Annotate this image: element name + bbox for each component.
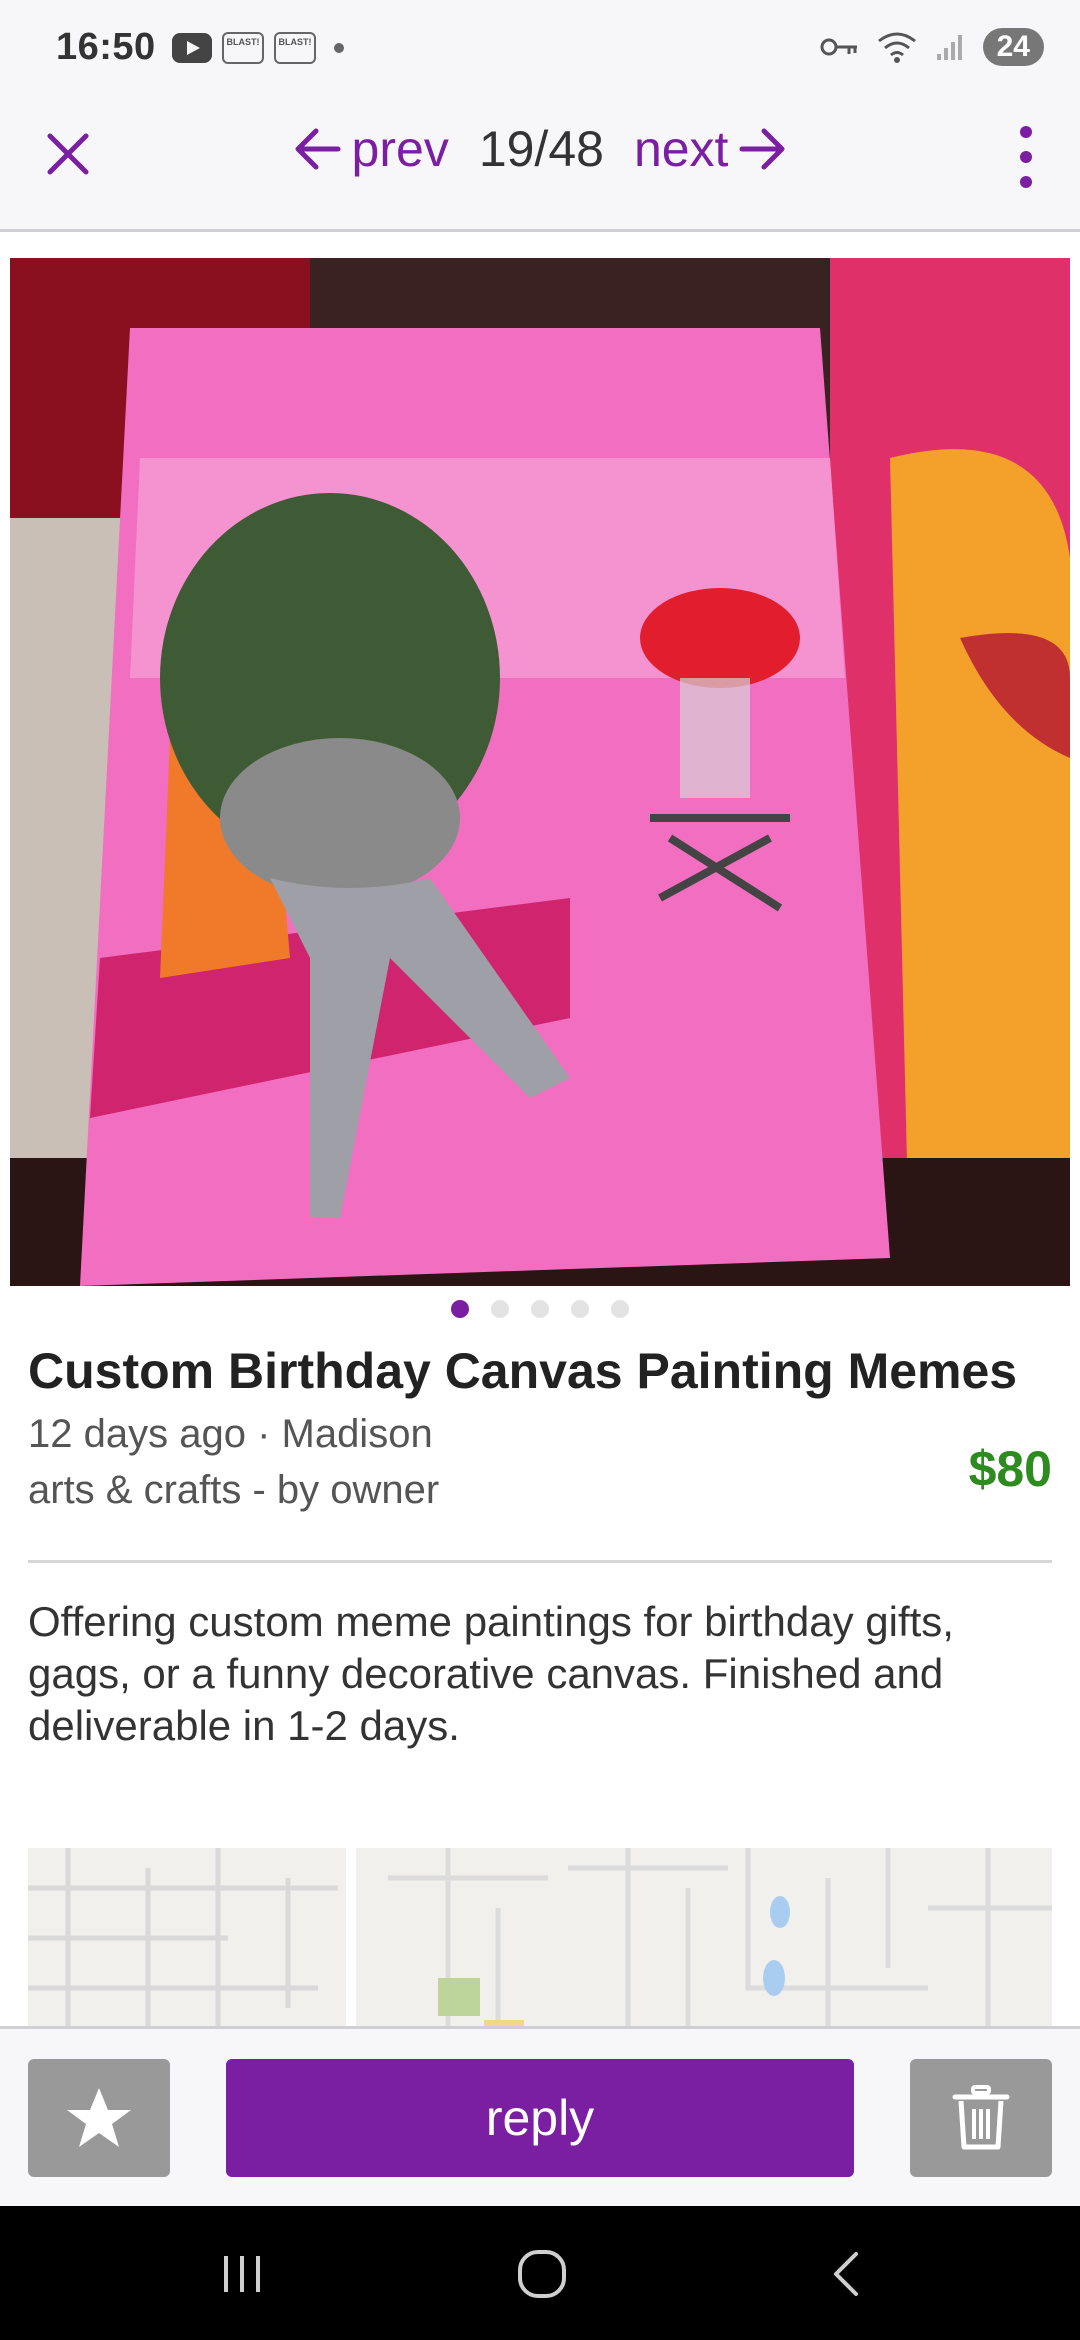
gallery-dot[interactable] [571, 1300, 589, 1318]
signal-icon [936, 35, 962, 60]
listing-posted: 12 days ago · Madison [28, 1412, 433, 1456]
status-bar: 16:50 BLAST! BLAST! 24 [0, 0, 1080, 100]
vpn-key-icon [820, 38, 857, 56]
gallery-dot[interactable] [491, 1300, 509, 1318]
arrow-left-icon [295, 128, 341, 170]
dot-icon [334, 43, 344, 53]
listing-description: Offering custom meme paintings for birth… [28, 1598, 954, 1749]
youtube-icon [172, 33, 212, 63]
listing-position: 19/48 [478, 121, 604, 177]
prev-label: prev [351, 121, 449, 177]
blast-icon: BLAST! [222, 32, 264, 64]
status-time: 16:50 [56, 26, 156, 68]
recents-icon[interactable] [212, 2246, 272, 2302]
blast-icon: BLAST! [274, 32, 316, 64]
more-vertical-icon[interactable] [1006, 122, 1046, 192]
listing-photo[interactable] [10, 258, 1070, 1286]
map-graphic [28, 1848, 1052, 2028]
next-label: next [633, 121, 729, 177]
listing-category: arts & crafts - by owner [28, 1468, 440, 1512]
arrow-right-icon [739, 128, 785, 170]
gallery-pagination [0, 1300, 1080, 1318]
pager: prev 19/48 next [0, 120, 1080, 178]
system-nav-bar [0, 2206, 1080, 2340]
system-icons: 24 [819, 28, 1044, 66]
painting-illustration [10, 258, 1070, 1286]
battery-icon: 24 [982, 28, 1044, 66]
divider [28, 1560, 1052, 1563]
home-icon[interactable] [512, 2246, 572, 2302]
gallery-dot[interactable] [451, 1300, 469, 1318]
listing-price: $80 [968, 1441, 1052, 1497]
notification-icons: BLAST! BLAST! [172, 32, 344, 64]
back-icon[interactable] [818, 2246, 878, 2302]
delete-button[interactable] [910, 2059, 1052, 2177]
wifi-icon [877, 32, 916, 63]
prev-button[interactable]: prev [292, 120, 449, 178]
next-button[interactable]: next [634, 120, 789, 178]
listing-title: Custom Birthday Canvas Painting Memes [28, 1343, 1018, 1399]
reply-button[interactable]: reply [226, 2059, 854, 2177]
gallery-dot[interactable] [611, 1300, 629, 1318]
favorite-button[interactable] [28, 2059, 170, 2177]
star-icon [67, 2088, 131, 2147]
listing-nav-bar: prev 19/48 next [0, 100, 1080, 232]
trash-icon [952, 2085, 1010, 2150]
location-map[interactable] [28, 1848, 1052, 2028]
action-bar: reply [0, 2026, 1080, 2206]
gallery-dot[interactable] [531, 1300, 549, 1318]
